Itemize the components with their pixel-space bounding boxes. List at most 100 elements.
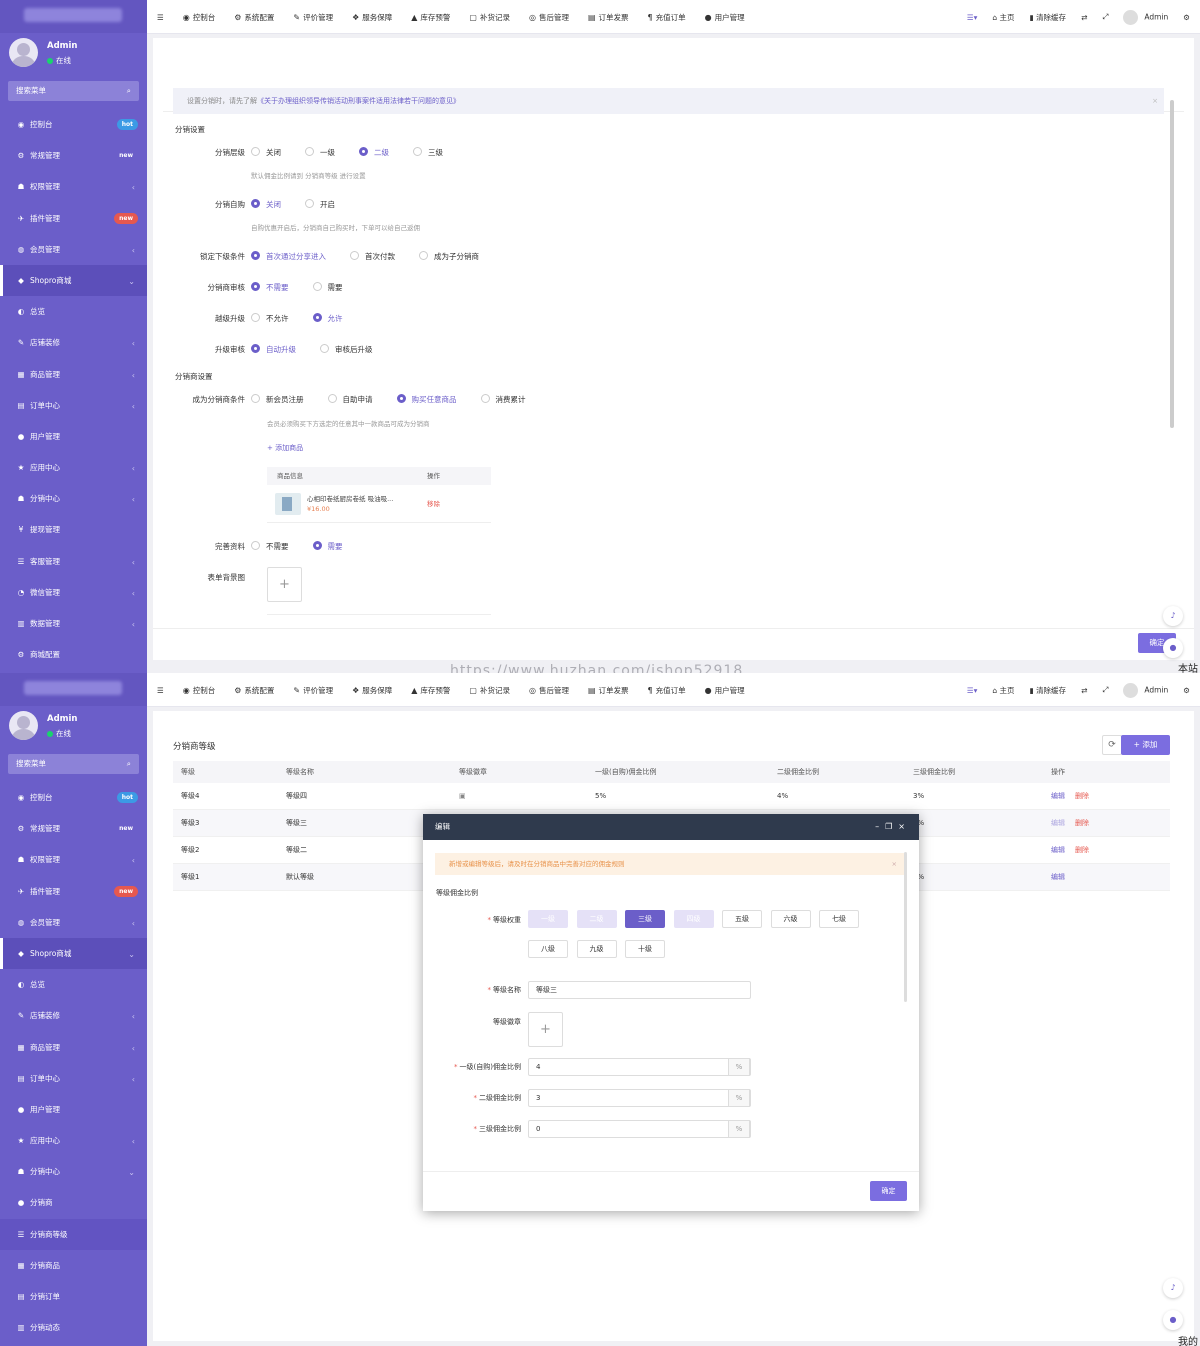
settings-icon[interactable]: ⚙ [1183, 686, 1190, 695]
radio-option[interactable]: 不需要 [251, 280, 289, 296]
sidebar-item[interactable]: ▦ 分销商品 [0, 1250, 147, 1281]
close-icon[interactable]: × [898, 822, 911, 831]
home-link[interactable]: ⌂ 主页 [992, 12, 1014, 23]
sidebar-item[interactable]: ● 分销商 [0, 1187, 147, 1218]
radio-option[interactable]: 需要 [312, 280, 343, 296]
level-weight-option[interactable]: 六级 [770, 910, 811, 928]
radio-circle[interactable] [312, 313, 322, 322]
sidebar-item[interactable]: ⚙ 商城配置 [0, 639, 147, 670]
level-weight-option[interactable]: 八级 [528, 940, 568, 958]
sidebar-item[interactable]: ◐ 总览 [0, 296, 147, 327]
sidebar-item[interactable]: ★ 应用中心 ‹ [0, 1125, 147, 1156]
chat-icon[interactable]: ● [1163, 638, 1183, 658]
top-nav-item[interactable]: ● 用户管理 [705, 12, 745, 23]
radio-option[interactable]: 首次通过分享进入 [251, 249, 326, 265]
search-icon[interactable]: ⌕ [127, 754, 131, 774]
menu-toggle-icon[interactable]: ☰ [157, 13, 164, 22]
sidebar-item[interactable]: ▤ 分销订单 [0, 1281, 147, 1312]
radio-circle[interactable] [251, 394, 260, 403]
close-icon[interactable]: × [1152, 88, 1158, 114]
radio-option[interactable]: 关闭 [251, 145, 281, 161]
menu-toggle-icon[interactable]: ☰ [157, 686, 164, 695]
radio-circle[interactable] [350, 251, 359, 260]
remove-goods-button[interactable]: 移除 [427, 498, 440, 508]
upload-bg-button[interactable]: + [267, 567, 302, 602]
upload-badge-button[interactable]: + [528, 1012, 563, 1047]
radio-option[interactable]: 审核后升级 [320, 342, 373, 358]
sidebar-item[interactable]: ▥ 数据管理 ‹ [0, 608, 147, 639]
sidebar-item[interactable]: ¥ 提现管理 [0, 514, 147, 545]
radio-option[interactable]: 不需要 [251, 539, 289, 555]
user-menu[interactable]: Admin [1123, 682, 1168, 698]
radio-option[interactable]: 三级 [413, 145, 443, 161]
radio-option[interactable]: 允许 [312, 311, 343, 327]
clear-cache-button[interactable]: ▮ 清除缓存 [1030, 12, 1067, 23]
edit-button[interactable]: 编辑 [1051, 873, 1065, 881]
sidebar-item[interactable]: ▤ 订单中心 ‹ [0, 390, 147, 421]
sidebar-item[interactable]: ▥ 分销动态 [0, 1312, 147, 1343]
radio-circle[interactable] [305, 147, 314, 156]
sidebar-item[interactable]: ☗ 分销中心 ⌄ [0, 1156, 147, 1187]
sidebar-item[interactable]: ☗ 权限管理 ‹ [0, 844, 147, 875]
refresh-button[interactable]: ⟳ [1102, 735, 1122, 755]
level-weight-option[interactable]: 五级 [722, 910, 762, 928]
sidebar-item[interactable]: ✎ 店铺装修 ‹ [0, 1000, 147, 1031]
radio-circle[interactable] [413, 147, 422, 156]
top-nav-item[interactable]: ◎ 售后管理 [529, 12, 569, 23]
top-nav-item[interactable]: ◉ 控制台 [183, 685, 215, 696]
edit-button[interactable]: 编辑 [1051, 846, 1065, 854]
level-weight-option[interactable]: 七级 [819, 910, 859, 928]
sidebar-item[interactable]: ☰ 客服管理 ‹ [0, 546, 147, 577]
top-nav-item[interactable]: ⚙ 系统配置 [234, 685, 274, 696]
rate1-input[interactable]: 4% [528, 1058, 751, 1076]
radio-option[interactable]: 二级 [359, 145, 389, 161]
sidebar-item[interactable]: ◔ 微信管理 ‹ [0, 577, 147, 608]
close-icon[interactable]: × [892, 853, 897, 875]
sidebar-item[interactable]: ◆ Shopro商城 ⌄ [0, 937, 147, 970]
modal-scrollbar[interactable] [904, 852, 907, 1002]
sidebar-item[interactable]: ✎ 店铺装修 ‹ [0, 327, 147, 358]
radio-option[interactable]: 自助申请 [327, 392, 373, 408]
top-nav-item[interactable]: ✎ 评价管理 [293, 685, 333, 696]
delete-button[interactable]: 删除 [1075, 846, 1089, 854]
top-nav-item[interactable]: ◎ 售后管理 [529, 685, 569, 696]
top-nav-item[interactable]: ¶ 充值订单 [648, 12, 686, 23]
layout-icon[interactable]: ☰▾ [967, 686, 978, 695]
top-nav-item[interactable]: ✎ 评价管理 [293, 12, 333, 23]
avatar[interactable] [9, 38, 38, 67]
radio-option[interactable]: 需要 [312, 539, 343, 555]
edit-button[interactable]: 编辑 [1051, 792, 1065, 800]
radio-circle[interactable] [312, 282, 322, 291]
top-nav-item[interactable]: ▤ 订单发票 [588, 685, 629, 696]
top-nav-item[interactable]: ● 用户管理 [705, 685, 745, 696]
radio-circle[interactable] [359, 147, 368, 156]
menu-search-input[interactable]: 搜索菜单 ⌕ [8, 81, 139, 101]
settings-icon[interactable]: ⚙ [1183, 13, 1190, 22]
radio-circle[interactable] [251, 313, 260, 322]
sidebar-item[interactable]: ◉ 控制台 hot [0, 109, 147, 140]
minimize-icon[interactable]: – [875, 822, 885, 831]
sidebar-item[interactable]: ▦ 商品管理 ‹ [0, 1032, 147, 1063]
top-nav-item[interactable]: ◉ 控制台 [183, 12, 215, 23]
radio-option[interactable]: 新会员注册 [251, 392, 304, 408]
translate-icon[interactable]: ⇄ [1081, 686, 1087, 695]
radio-option[interactable]: 不允许 [251, 311, 289, 327]
layout-icon[interactable]: ☰▾ [967, 13, 978, 22]
notice-link[interactable]: 《关于办理组织领导传销活动刑事案件适用法律若干问题的意见》 [257, 97, 460, 105]
top-nav-item[interactable]: ❖ 服务保障 [352, 12, 392, 23]
modal-confirm-button[interactable]: 确定 [870, 1181, 907, 1201]
radio-option[interactable]: 一级 [305, 145, 335, 161]
sidebar-item[interactable]: ● 用户管理 [0, 421, 147, 452]
sidebar-item[interactable]: ◉ 控制台 hot [0, 782, 147, 813]
radio-circle[interactable] [480, 394, 490, 403]
top-nav-item[interactable]: ▤ 订单发票 [588, 12, 629, 23]
radio-circle[interactable] [251, 282, 260, 291]
top-nav-item[interactable]: ¶ 充值订单 [648, 685, 686, 696]
home-link[interactable]: ⌂ 主页 [992, 685, 1014, 696]
radio-option[interactable]: 开启 [305, 197, 335, 213]
radio-circle[interactable] [251, 199, 260, 208]
sidebar-item[interactable]: ◐ 总览 [0, 969, 147, 1000]
maximize-icon[interactable]: ❐ [885, 822, 898, 831]
radio-circle[interactable] [396, 394, 406, 403]
radio-circle[interactable] [419, 251, 428, 260]
